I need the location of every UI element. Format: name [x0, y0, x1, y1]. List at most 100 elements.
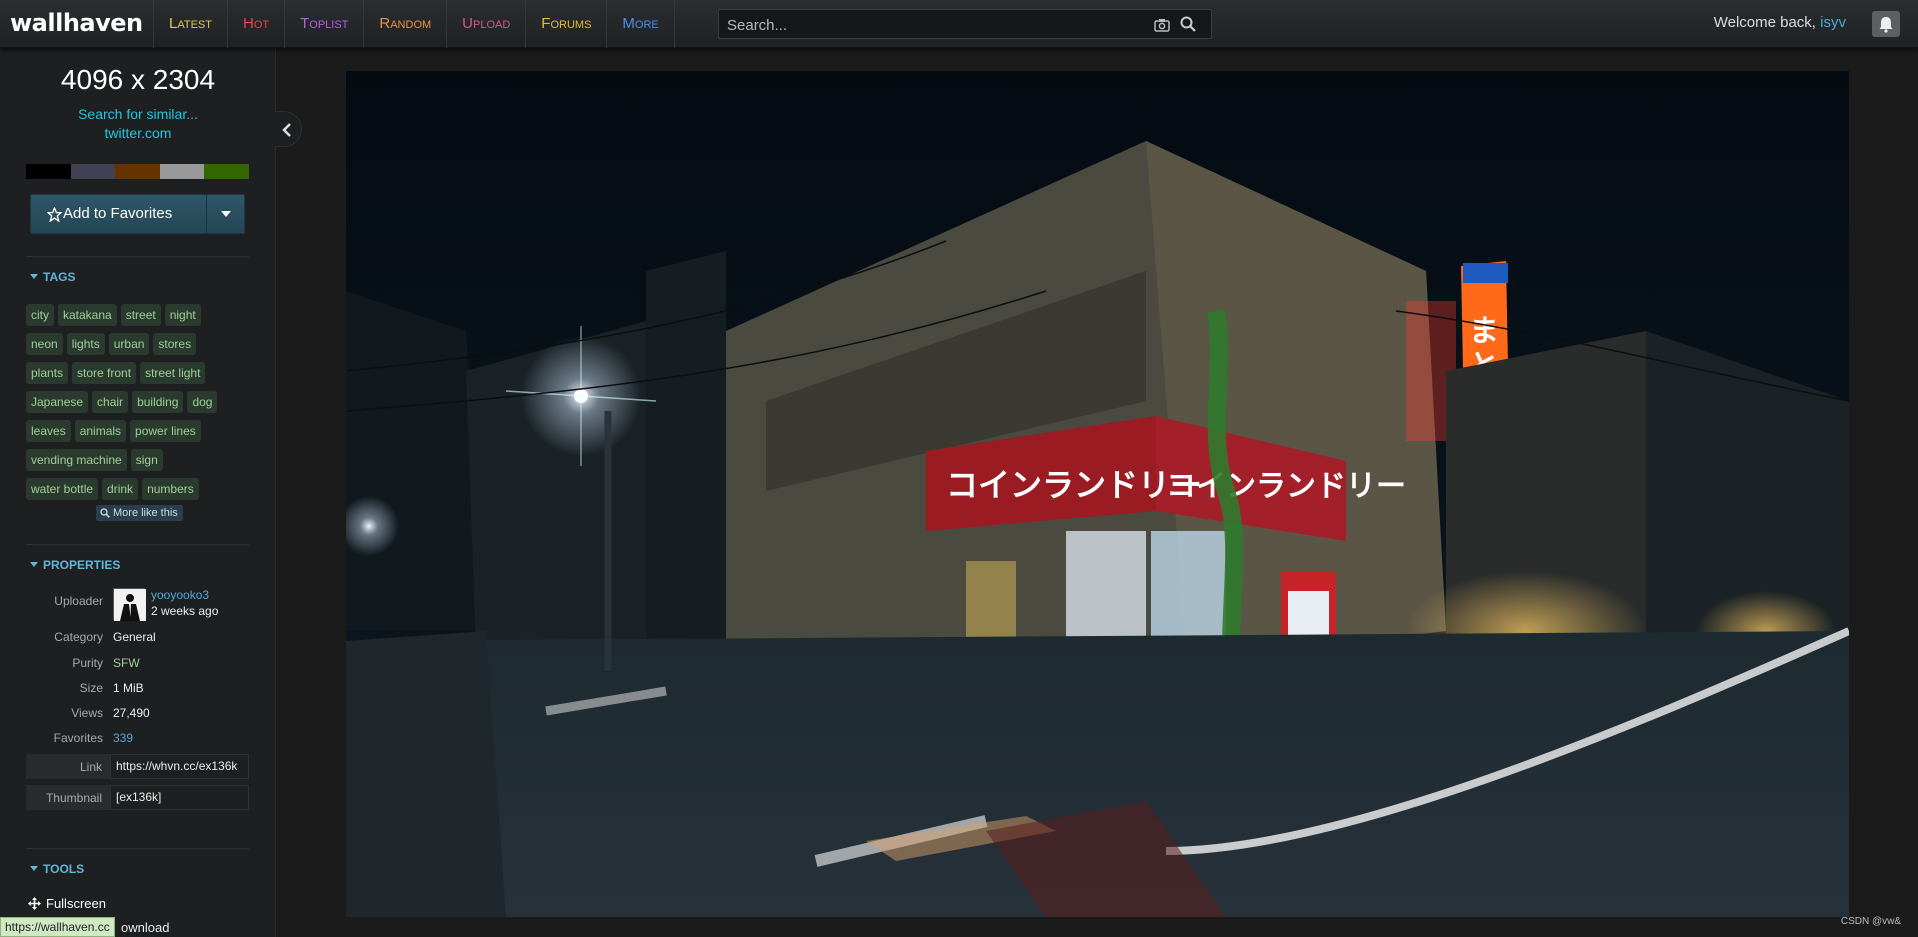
property-key: Purity [72, 656, 103, 670]
tag-item[interactable]: vending machine [26, 449, 127, 471]
property-value: General [113, 630, 156, 644]
avatar[interactable] [113, 588, 146, 621]
divider [26, 848, 249, 849]
properties-heading[interactable]: PROPERTIES [30, 558, 120, 572]
night-street-scene: コインランドリー コインランドリー ま と い [346, 71, 1849, 917]
status-bar-url: https://wallhaven.cc [0, 917, 115, 937]
tag-item[interactable]: urban [108, 333, 150, 355]
main-content: コインランドリー コインランドリー ま と い [277, 48, 1918, 937]
fullscreen-icon [28, 897, 41, 910]
main-nav: Latest Hot Toplist Random Upload Forums … [153, 0, 675, 48]
top-bar: wallhaven Latest Hot Toplist Random Uplo… [0, 0, 1918, 48]
svg-text:ま: ま [1469, 314, 1499, 349]
search-box [718, 9, 1212, 39]
link-row: Link https://whvn.cc/ex136k [26, 754, 249, 779]
tag-item[interactable]: night [164, 304, 201, 326]
tag-row: leaves animals power lines [26, 417, 256, 446]
tag-item[interactable]: lights [66, 333, 105, 355]
tag-item[interactable]: water bottle [26, 478, 99, 500]
source-link[interactable]: twitter.com [0, 125, 276, 141]
download-tool-partial[interactable]: ownload [121, 920, 169, 935]
tag-item[interactable]: animals [74, 420, 127, 442]
property-row: Views 27,490 [26, 706, 249, 724]
tag-item[interactable]: drink [102, 478, 139, 500]
palette-swatch[interactable] [159, 164, 205, 179]
nav-latest[interactable]: Latest [153, 0, 227, 48]
property-key: Favorites [53, 731, 103, 745]
nav-forums[interactable]: Forums [525, 0, 606, 48]
tag-item[interactable]: sign [130, 449, 163, 471]
favorites-dropdown-button[interactable] [207, 195, 245, 233]
search-similar-link[interactable]: Search for similar... [0, 106, 276, 122]
tag-row: water bottle drink numbers [26, 475, 256, 504]
nav-hot[interactable]: Hot [226, 0, 284, 48]
tag-row: plants store front street light [26, 359, 256, 388]
nav-random[interactable]: Random [363, 0, 446, 48]
tag-row: vending machine sign [26, 446, 256, 475]
username-link[interactable]: isyv [1820, 14, 1846, 31]
site-logo[interactable]: wallhaven [10, 9, 143, 37]
nav-upload[interactable]: Upload [446, 0, 525, 48]
svg-text:コインランドリー: コインランドリー [1166, 469, 1406, 504]
tag-item[interactable]: chair [92, 391, 129, 413]
tag-item[interactable]: stores [153, 333, 197, 355]
favorites-button-group: Add to Favorites [30, 194, 245, 234]
uploader-label: Uploader [54, 594, 103, 608]
property-key: Category [54, 630, 103, 644]
tags-heading[interactable]: TAGS [30, 270, 75, 284]
nav-toplist[interactable]: Toplist [284, 0, 363, 48]
thumbnail-label: Thumbnail [45, 791, 102, 805]
tag-item[interactable]: building [132, 391, 184, 413]
property-value: 1 MiB [113, 681, 144, 695]
sidebar: 4096 x 2304 Search for similar... twitte… [0, 48, 276, 937]
avatar-figure [114, 589, 146, 621]
short-link-field[interactable]: https://whvn.cc/ex136k [110, 754, 249, 779]
tag-row: neon lights urban stores [26, 330, 256, 359]
add-to-favorites-button[interactable]: Add to Favorites [31, 195, 207, 233]
chevron-left-icon [282, 123, 291, 137]
nav-more[interactable]: More [606, 0, 675, 48]
svg-text:コインランドリー: コインランドリー [946, 466, 1202, 504]
property-row: Favorites 339 [26, 731, 249, 749]
notifications-button[interactable] [1872, 11, 1900, 37]
tag-item[interactable]: numbers [142, 478, 199, 500]
watermark: CSDN @vw& [1840, 916, 1901, 927]
tag-item[interactable]: street light [140, 362, 206, 384]
more-like-this-button[interactable]: More like this [96, 505, 183, 521]
palette-swatch[interactable] [26, 164, 71, 179]
tag-item[interactable]: city [26, 304, 54, 326]
favorites-label: Add to Favorites [63, 205, 173, 222]
tag-item[interactable]: store front [72, 362, 137, 384]
search-icon[interactable] [1179, 15, 1197, 33]
tag-item[interactable]: plants [26, 362, 69, 384]
palette-swatch[interactable] [204, 164, 249, 179]
property-value: SFW [113, 656, 140, 670]
search-input[interactable] [727, 15, 1147, 35]
property-key: Views [71, 706, 103, 720]
uploader-time: 2 weeks ago [151, 604, 219, 618]
tag-item[interactable]: power lines [130, 420, 201, 442]
tools-heading[interactable]: TOOLS [30, 862, 84, 876]
palette-swatch[interactable] [115, 164, 160, 179]
camera-icon[interactable] [1153, 16, 1171, 34]
tag-item[interactable]: Japanese [26, 391, 89, 413]
tag-list: city katakana street night neon lights urban st… [26, 301, 256, 504]
wallpaper-image[interactable]: コインランドリー コインランドリー ま と い [346, 71, 1849, 917]
thumbnail-row: Thumbnail [ex136k] [26, 785, 249, 810]
property-value: 27,490 [113, 706, 150, 720]
tag-item[interactable]: dog [187, 391, 218, 413]
property-value[interactable]: 339 [113, 731, 133, 745]
tag-item[interactable]: neon [26, 333, 63, 355]
thumbnail-code-field[interactable]: [ex136k] [110, 785, 249, 810]
tag-item[interactable]: katakana [58, 304, 117, 326]
fullscreen-tool[interactable]: Fullscreen [28, 896, 106, 911]
divider [26, 256, 249, 257]
more-like-this-label: More like this [113, 507, 178, 519]
tag-item[interactable]: leaves [26, 420, 71, 442]
uploader-name[interactable]: yooyooko3 [151, 588, 209, 602]
tag-item[interactable]: street [120, 304, 161, 326]
palette-swatch[interactable] [70, 164, 116, 179]
uploader-row: Uploader yooyooko3 2 weeks ago [26, 588, 249, 621]
star-icon [47, 207, 62, 222]
search-icon [100, 508, 110, 518]
